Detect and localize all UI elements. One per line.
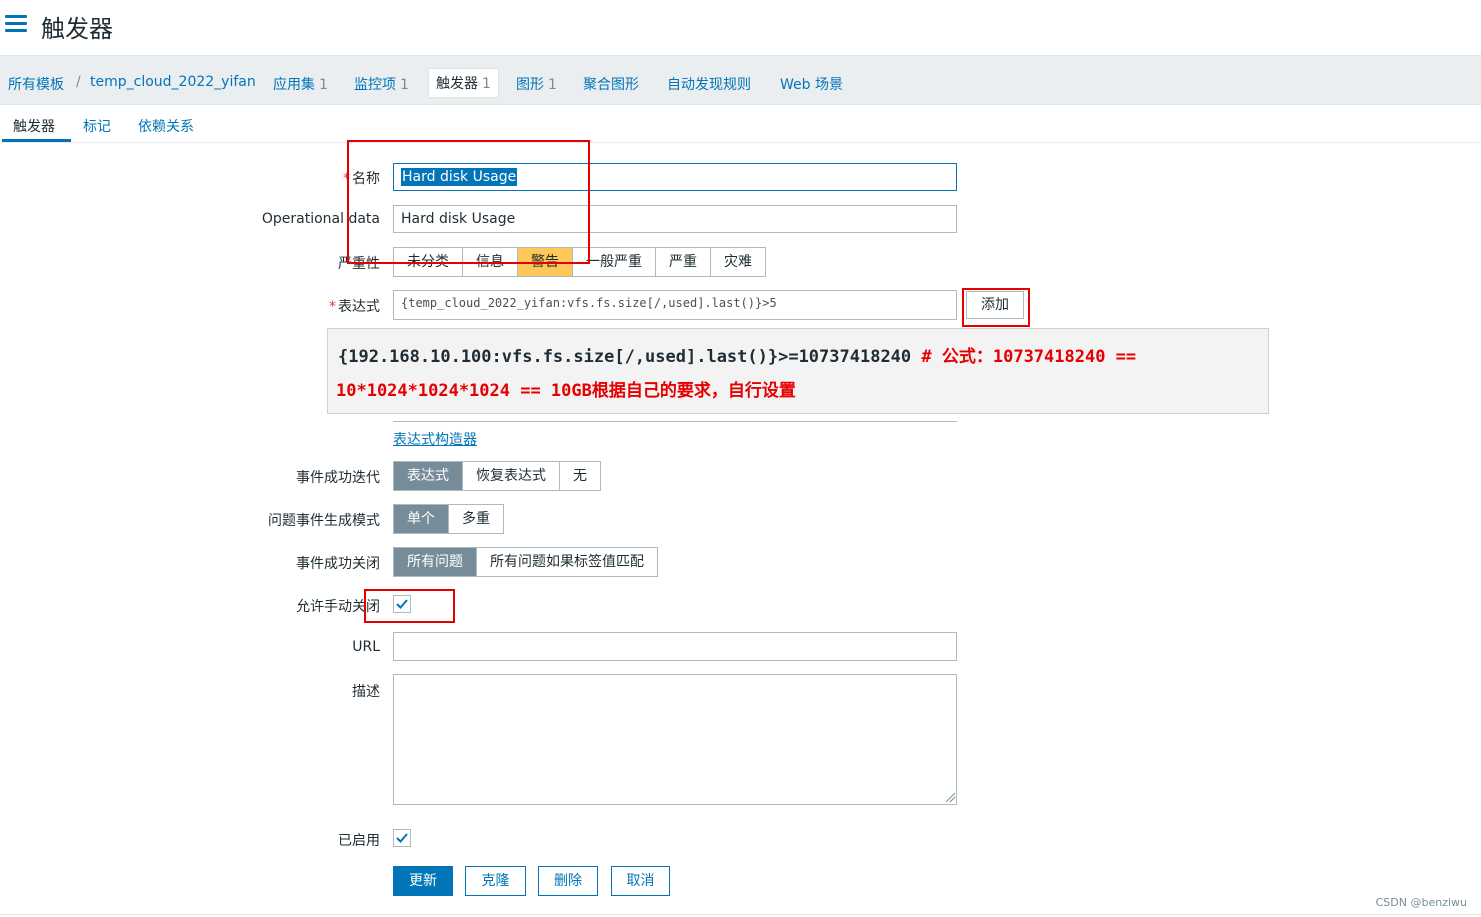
enabled-label: 已启用 — [338, 833, 380, 849]
breadcrumb: 所有模板 / temp_cloud_2022_yifan 应用集 1 监控项 1 触… — [0, 55, 1481, 105]
url-input[interactable] — [393, 632, 957, 661]
delete-button[interactable]: 删除 — [538, 866, 598, 896]
resize-handle-icon[interactable] — [944, 791, 956, 803]
annotation-comment: # 公式：10737418240 == — [911, 347, 1137, 367]
nav-triggers[interactable]: 触发器 1 — [428, 68, 499, 98]
nav-label: 触发器 — [436, 76, 478, 92]
hamburger-menu-icon[interactable] — [5, 15, 27, 33]
description-textarea[interactable] — [393, 674, 957, 805]
nav-applications[interactable]: 应用集 1 — [273, 74, 328, 94]
page-header: 触发器 — [0, 0, 1481, 54]
watermark: CSDN @benziwu — [1375, 896, 1467, 909]
ok-event-none[interactable]: 无 — [560, 462, 600, 490]
nav-discovery-rules[interactable]: 自动发现规则 — [667, 74, 751, 94]
enabled-checkbox[interactable] — [393, 829, 411, 847]
problem-mode-multiple[interactable]: 多重 — [449, 505, 503, 533]
tab-bar: 触发器 标记 依赖关系 — [0, 104, 1481, 143]
breadcrumb-separator: / — [76, 74, 81, 90]
severity-disaster[interactable]: 灾难 — [711, 248, 765, 276]
nav-count: 1 — [482, 76, 491, 92]
ok-close-tag-match[interactable]: 所有问题如果标签值匹配 — [477, 548, 657, 576]
breadcrumb-template[interactable]: temp_cloud_2022_yifan — [90, 74, 256, 90]
ok-event-selector: 表达式 恢复表达式 无 — [393, 461, 601, 491]
ok-close-selector: 所有问题 所有问题如果标签值匹配 — [393, 547, 658, 577]
ok-event-recovery-expression[interactable]: 恢复表达式 — [463, 462, 560, 490]
expression-divider — [393, 421, 957, 422]
active-tab-indicator — [2, 139, 71, 142]
url-label: URL — [352, 639, 380, 655]
breadcrumb-all-templates[interactable]: 所有模板 — [8, 74, 64, 94]
nav-graphs[interactable]: 图形 1 — [516, 74, 557, 94]
problem-mode-selector: 单个 多重 — [393, 504, 504, 534]
annotation-note: {192.168.10.100:vfs.fs.size[/,used].last… — [327, 328, 1269, 414]
cancel-button[interactable]: 取消 — [611, 866, 670, 896]
expression-builder-link[interactable]: 表达式构造器 — [393, 429, 477, 449]
highlight-box-manual-close — [364, 589, 455, 623]
nav-web-scenarios[interactable]: Web 场景 — [780, 74, 843, 94]
clone-button[interactable]: 克隆 — [465, 866, 526, 896]
tab-dependencies[interactable]: 依赖关系 — [138, 116, 194, 136]
tab-tags[interactable]: 标记 — [83, 116, 111, 136]
description-label: 描述 — [352, 684, 380, 700]
expression-input[interactable]: {temp_cloud_2022_yifan:vfs.fs.size[/,use… — [393, 290, 957, 320]
severity-high[interactable]: 严重 — [656, 248, 711, 276]
highlight-box-add — [962, 288, 1030, 327]
footer-divider — [0, 914, 1481, 915]
nav-count: 1 — [400, 77, 409, 93]
ok-close-label: 事件成功关闭 — [296, 556, 380, 572]
checkmark-icon — [396, 833, 408, 843]
update-button[interactable]: 更新 — [393, 866, 453, 896]
annotation-line-2: 10*1024*1024*1024 == 10GB根据自己的要求，自行设置 — [336, 381, 796, 401]
nav-screens[interactable]: 聚合图形 — [583, 74, 639, 94]
nav-count: 1 — [319, 77, 328, 93]
problem-mode-single[interactable]: 单个 — [394, 505, 449, 533]
ok-close-all-problems[interactable]: 所有问题 — [394, 548, 477, 576]
problem-mode-label: 问题事件生成模式 — [268, 513, 380, 529]
highlight-box-name — [347, 140, 590, 264]
annotation-code: {192.168.10.100:vfs.fs.size[/,used].last… — [338, 347, 912, 367]
annotation-line-1: {192.168.10.100:vfs.fs.size[/,used].last… — [338, 342, 1136, 367]
nav-items[interactable]: 监控项 1 — [354, 74, 409, 94]
ok-event-label: 事件成功迭代 — [296, 470, 380, 486]
nav-label: 监控项 — [354, 77, 396, 93]
page-title: 触发器 — [41, 15, 113, 43]
expression-label: * 表达式 — [329, 299, 380, 315]
nav-count: 1 — [548, 77, 557, 93]
ok-event-expression[interactable]: 表达式 — [394, 462, 463, 490]
tab-trigger[interactable]: 触发器 — [13, 116, 55, 136]
nav-label: 应用集 — [273, 77, 315, 93]
nav-label: 图形 — [516, 77, 544, 93]
